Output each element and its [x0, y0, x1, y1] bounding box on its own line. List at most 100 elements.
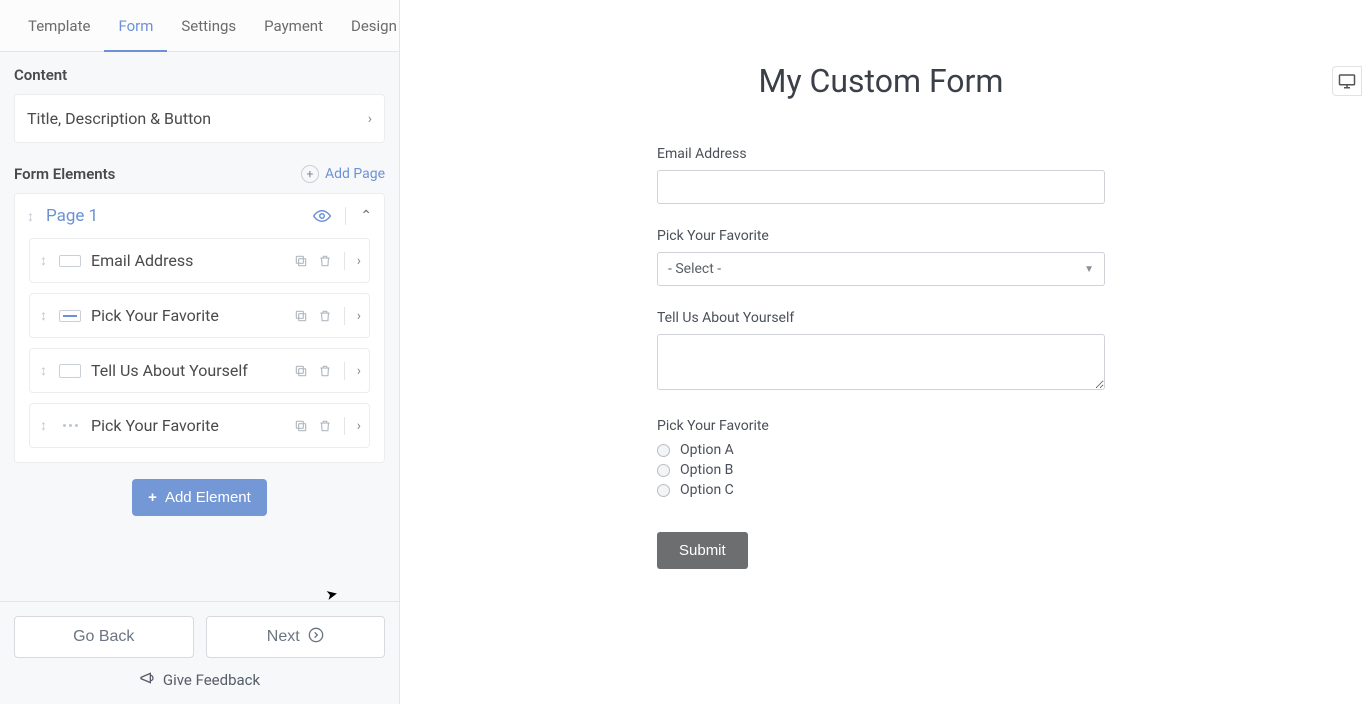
- content-row-label: Title, Description & Button: [27, 109, 211, 128]
- divider: [344, 417, 345, 435]
- page-accordion: ↕ Page 1 ⌃ ↕ Email Address: [14, 193, 385, 463]
- radio-option-c[interactable]: Option C: [657, 482, 1105, 498]
- element-actions: ›: [294, 417, 361, 435]
- radio-label: Option C: [680, 482, 734, 498]
- desktop-icon: [1338, 73, 1356, 89]
- about-textarea[interactable]: [657, 334, 1105, 390]
- chevron-right-icon: ›: [368, 111, 372, 127]
- email-input[interactable]: [657, 170, 1105, 204]
- page-header[interactable]: ↕ Page 1 ⌃: [15, 194, 384, 238]
- field-favorite-radio: Pick Your Favorite Option A Option B Opt…: [657, 418, 1105, 498]
- add-element-label: Add Element: [165, 489, 251, 506]
- delete-icon[interactable]: [318, 419, 332, 433]
- element-actions: ›: [294, 252, 361, 270]
- form-preview: My Custom Form Email Address Pick Your F…: [657, 62, 1105, 704]
- tabs: Template Form Settings Payment Design: [0, 0, 399, 52]
- add-page-button[interactable]: + Add Page: [301, 165, 385, 183]
- element-row-favorite-select[interactable]: ↕ Pick Your Favorite ›: [29, 293, 370, 338]
- field-label: Email Address: [657, 146, 1105, 162]
- divider: [344, 307, 345, 325]
- chevron-right-icon[interactable]: ›: [357, 363, 361, 379]
- tab-payment[interactable]: Payment: [250, 0, 337, 51]
- field-label: Pick Your Favorite: [657, 418, 1105, 434]
- radio-option-b[interactable]: Option B: [657, 462, 1105, 478]
- sidebar: Template Form Settings Payment Design Co…: [0, 0, 400, 704]
- submit-button[interactable]: Submit: [657, 532, 748, 569]
- delete-icon[interactable]: [318, 254, 332, 268]
- plus-icon: +: [301, 165, 319, 183]
- element-actions: ›: [294, 307, 361, 325]
- radio-icon: [657, 464, 670, 477]
- content-section-label: Content: [14, 66, 385, 84]
- field-label: Pick Your Favorite: [657, 228, 1105, 244]
- sidebar-footer: Go Back Next Give Feedback: [0, 601, 399, 704]
- radio-icon: [657, 484, 670, 497]
- page-actions: ⌃: [313, 207, 372, 225]
- add-page-label: Add Page: [325, 166, 385, 182]
- feedback-label: Give Feedback: [163, 671, 260, 689]
- chevron-right-icon[interactable]: ›: [357, 308, 361, 324]
- chevron-up-icon[interactable]: ⌃: [360, 208, 372, 224]
- drag-handle-icon[interactable]: ↕: [40, 252, 47, 269]
- radio-option-a[interactable]: Option A: [657, 442, 1105, 458]
- add-element-button[interactable]: + Add Element: [132, 479, 267, 516]
- textarea-type-icon: [59, 364, 81, 378]
- delete-icon[interactable]: [318, 364, 332, 378]
- radio-icon: [657, 444, 670, 457]
- text-input-type-icon: [59, 255, 81, 267]
- form-elements-label: Form Elements: [14, 165, 115, 183]
- visibility-icon[interactable]: [313, 210, 331, 222]
- drag-handle-icon[interactable]: ↕: [40, 362, 47, 379]
- drag-handle-icon[interactable]: ↕: [40, 417, 47, 434]
- give-feedback-link[interactable]: Give Feedback: [14, 670, 385, 690]
- radio-label: Option A: [680, 442, 734, 458]
- element-row-about[interactable]: ↕ Tell Us About Yourself ›: [29, 348, 370, 393]
- element-label: Pick Your Favorite: [91, 306, 219, 325]
- chevron-right-icon[interactable]: ›: [357, 253, 361, 269]
- favorite-select[interactable]: - Select - ▼: [657, 252, 1105, 286]
- element-actions: ›: [294, 362, 361, 380]
- plus-icon: +: [148, 489, 157, 506]
- megaphone-icon: [139, 670, 155, 690]
- form-title: My Custom Form: [657, 62, 1105, 100]
- dropdown-type-icon: [59, 310, 81, 322]
- content-row-title-desc-button[interactable]: Title, Description & Button ›: [14, 94, 385, 143]
- form-elements-header: Form Elements + Add Page: [14, 165, 385, 183]
- element-label: Tell Us About Yourself: [91, 361, 248, 380]
- field-email: Email Address: [657, 146, 1105, 204]
- field-favorite-select: Pick Your Favorite - Select - ▼: [657, 228, 1105, 286]
- select-placeholder: - Select -: [668, 261, 721, 277]
- page-title: Page 1: [46, 206, 98, 226]
- radio-label: Option B: [680, 462, 733, 478]
- element-row-favorite-radio[interactable]: ↕ Pick Your Favorite ›: [29, 403, 370, 448]
- drag-handle-icon[interactable]: ↕: [27, 208, 34, 225]
- divider: [345, 207, 346, 225]
- chevron-down-icon: ▼: [1084, 264, 1094, 275]
- element-label: Email Address: [91, 251, 193, 270]
- duplicate-icon[interactable]: [294, 254, 308, 268]
- duplicate-icon[interactable]: [294, 419, 308, 433]
- radio-type-icon: [59, 420, 81, 432]
- go-back-button[interactable]: Go Back: [14, 616, 194, 658]
- field-about: Tell Us About Yourself: [657, 310, 1105, 394]
- arrow-right-circle-icon: [308, 627, 324, 648]
- element-list: ↕ Email Address › ↕ Pick Your: [15, 238, 384, 462]
- preview-pane: My Custom Form Email Address Pick Your F…: [400, 0, 1362, 704]
- element-label: Pick Your Favorite: [91, 416, 219, 435]
- divider: [344, 252, 345, 270]
- chevron-right-icon[interactable]: ›: [357, 418, 361, 434]
- tab-settings[interactable]: Settings: [167, 0, 250, 51]
- sidebar-body: Content Title, Description & Button › Fo…: [0, 52, 399, 601]
- next-button[interactable]: Next: [206, 616, 386, 658]
- tab-form[interactable]: Form: [104, 0, 167, 51]
- element-row-email[interactable]: ↕ Email Address ›: [29, 238, 370, 283]
- delete-icon[interactable]: [318, 309, 332, 323]
- next-label: Next: [267, 628, 300, 646]
- divider: [344, 362, 345, 380]
- tab-template[interactable]: Template: [14, 0, 104, 51]
- duplicate-icon[interactable]: [294, 364, 308, 378]
- field-label: Tell Us About Yourself: [657, 310, 1105, 326]
- duplicate-icon[interactable]: [294, 309, 308, 323]
- desktop-preview-button[interactable]: [1332, 66, 1362, 96]
- drag-handle-icon[interactable]: ↕: [40, 307, 47, 324]
